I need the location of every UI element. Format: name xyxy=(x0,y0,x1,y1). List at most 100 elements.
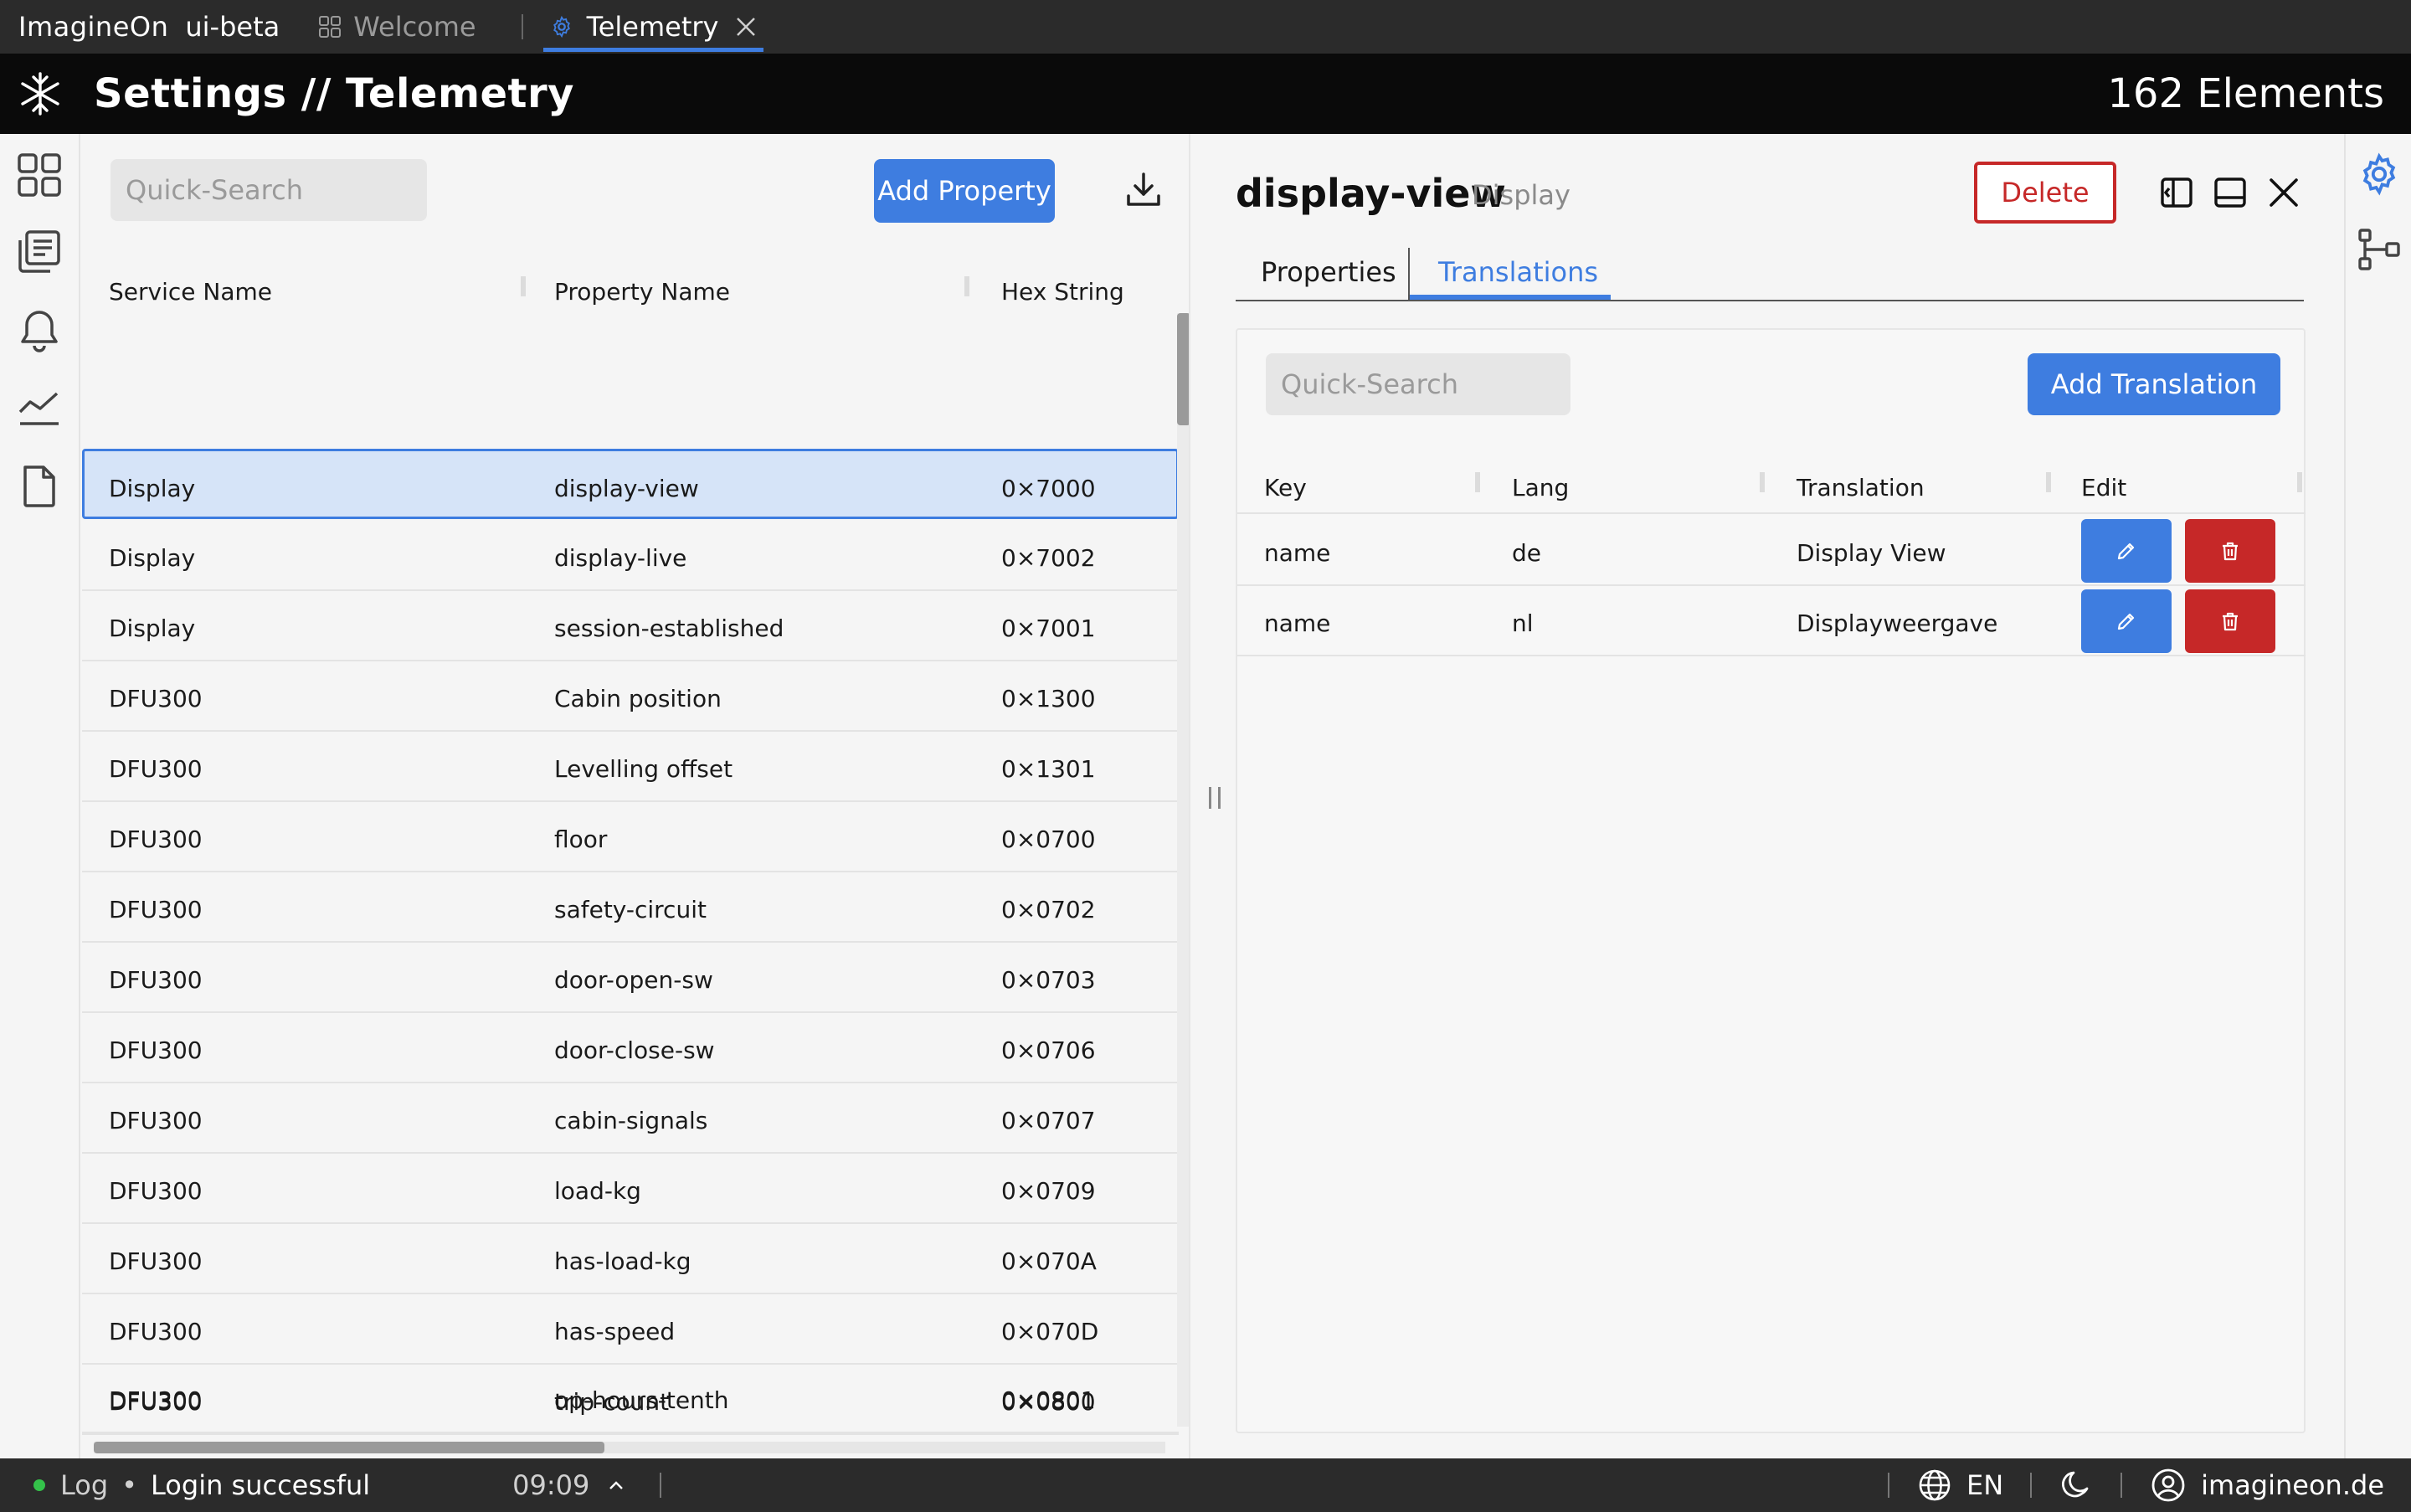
settings-icon[interactable] xyxy=(2354,149,2404,199)
property-table-body: Display display-view 0×7000 Display disp… xyxy=(82,313,1179,1435)
cell-service: Display xyxy=(109,544,196,572)
table-row[interactable]: DFU300 Cabin position 0×1300 xyxy=(82,661,1179,732)
cell-hex: 0×0707 xyxy=(1001,1107,1096,1134)
column-header-key[interactable]: Key xyxy=(1264,474,1307,501)
cell-service: DFU300 xyxy=(109,1036,203,1064)
app-variant: ui-beta xyxy=(185,11,280,43)
property-search-input[interactable]: Quick-Search xyxy=(111,159,427,221)
drag-handle-icon[interactable] xyxy=(1209,787,1221,809)
detail-panel: display-view Display Delete Properties T… xyxy=(1236,134,2344,1458)
status-divider xyxy=(2121,1473,2123,1498)
download-icon[interactable] xyxy=(1125,171,1162,211)
dock-bottom-icon[interactable] xyxy=(2210,172,2250,213)
table-row[interactable]: DFU300 has-speed 0×070D xyxy=(82,1294,1179,1365)
active-tab-indicator xyxy=(1410,295,1611,300)
delete-translation-button[interactable] xyxy=(2185,519,2275,583)
column-header-lang[interactable]: Lang xyxy=(1512,474,1569,501)
cell-service: DFU300 xyxy=(109,1318,203,1345)
hierarchy-icon[interactable] xyxy=(2354,224,2404,275)
column-header-translation[interactable]: Translation xyxy=(1797,474,1925,501)
detail-subtitle: Display xyxy=(1472,179,1570,211)
column-resize-handle[interactable] xyxy=(2297,472,2302,492)
column-header-property[interactable]: Property Name xyxy=(554,278,730,306)
dock-left-icon[interactable] xyxy=(2157,172,2197,213)
user-icon[interactable] xyxy=(2151,1468,2186,1503)
log-button[interactable]: Log xyxy=(60,1469,108,1501)
cell-property: door-open-sw xyxy=(554,966,713,994)
table-horizontal-scrollbar[interactable] xyxy=(94,1442,1165,1453)
logo-icon xyxy=(21,72,59,116)
moon-icon[interactable] xyxy=(2059,1468,2092,1502)
cell-property: has-load-kg xyxy=(554,1247,691,1275)
tab-welcome[interactable]: Welcome xyxy=(311,0,482,54)
close-tab-icon[interactable] xyxy=(735,16,757,38)
table-row[interactable]: Display display-live 0×7002 xyxy=(82,521,1179,591)
delete-button[interactable]: Delete xyxy=(1974,162,2116,224)
table-row[interactable]: DFU300 Levelling offset 0×1301 xyxy=(82,732,1179,802)
bell-icon[interactable] xyxy=(15,306,64,355)
translations-card: Quick-Search Add Translation Key Lang Tr… xyxy=(1236,328,2306,1433)
translation-row[interactable]: name de Display View xyxy=(1237,516,2306,586)
close-icon[interactable] xyxy=(2264,172,2304,213)
column-resize-handle[interactable] xyxy=(1760,472,1765,492)
cell-translation: Display View xyxy=(1797,539,1946,567)
edit-translation-button[interactable] xyxy=(2081,519,2172,583)
add-property-button[interactable]: Add Property xyxy=(874,159,1055,223)
add-translation-button[interactable]: Add Translation xyxy=(2028,353,2280,415)
translation-row[interactable]: name nl Displayweergave xyxy=(1237,586,2306,656)
column-resize-handle[interactable] xyxy=(1475,472,1480,492)
language-selector[interactable]: EN xyxy=(1966,1469,2003,1501)
cell-lang: nl xyxy=(1512,609,1534,637)
globe-icon[interactable] xyxy=(1918,1468,1951,1502)
documents-icon[interactable] xyxy=(15,228,64,276)
table-row[interactable]: DFU300 door-close-sw 0×0706 xyxy=(82,1013,1179,1083)
scrollbar-thumb[interactable] xyxy=(94,1442,604,1453)
column-resize-handle[interactable] xyxy=(2046,472,2051,492)
cell-service: DFU300 xyxy=(109,825,203,853)
dashboard-icon[interactable] xyxy=(15,151,64,199)
pencil-icon xyxy=(2117,613,2135,630)
cell-service: DFU300 xyxy=(109,1177,203,1205)
table-row[interactable]: Display display-view 0×7000 xyxy=(82,449,1179,519)
table-row[interactable]: DFU300 door-open-sw 0×0703 xyxy=(82,943,1179,1013)
status-message: Login successful xyxy=(151,1469,371,1501)
edit-translation-button[interactable] xyxy=(2081,589,2172,653)
table-row[interactable]: DFU300 cabin-signals 0×0707 xyxy=(82,1083,1179,1154)
cell-hex: 0×0709 xyxy=(1001,1177,1096,1205)
table-row[interactable]: DFU300 op-hours-tenth 0×0801 xyxy=(82,1363,1179,1433)
column-header-edit[interactable]: Edit xyxy=(2081,474,2126,501)
table-row[interactable]: DFU300 floor 0×0700 xyxy=(82,802,1179,872)
cell-service: DFU300 xyxy=(109,685,203,712)
chevron-up-icon[interactable] xyxy=(606,1475,626,1495)
cell-property: op-hours-tenth xyxy=(554,1386,729,1414)
cell-hex: 0×070A xyxy=(1001,1247,1097,1275)
right-rail xyxy=(2344,134,2411,1458)
cell-property: load-kg xyxy=(554,1177,641,1205)
file-icon[interactable] xyxy=(15,462,64,511)
grid-icon xyxy=(319,16,342,38)
column-header-service[interactable]: Service Name xyxy=(109,278,272,306)
cell-property: cabin-signals xyxy=(554,1107,708,1134)
cell-service: Display xyxy=(109,615,196,642)
cell-property: display-view xyxy=(554,475,699,502)
column-resize-handle[interactable] xyxy=(521,276,526,296)
app-name: ImagineOn xyxy=(18,11,169,43)
table-row[interactable]: DFU300 load-kg 0×0709 xyxy=(82,1154,1179,1224)
tab-properties[interactable]: Properties xyxy=(1261,256,1396,288)
delete-translation-button[interactable] xyxy=(2185,589,2275,653)
tab-telemetry[interactable]: Telemetry xyxy=(542,0,764,54)
user-account[interactable]: imagineon.de xyxy=(2201,1469,2384,1501)
column-header-hex[interactable]: Hex String xyxy=(1001,278,1124,306)
column-resize-handle[interactable] xyxy=(964,276,969,296)
panel-splitter[interactable] xyxy=(1189,134,1236,1458)
cell-hex: 0×7000 xyxy=(1001,475,1096,502)
gear-icon xyxy=(553,15,570,39)
table-row[interactable]: DFU300 safety-circuit 0×0702 xyxy=(82,872,1179,943)
table-row[interactable]: DFU300 has-load-kg 0×070A xyxy=(82,1224,1179,1294)
tab-translations[interactable]: Translations xyxy=(1438,256,1598,288)
table-row[interactable]: Display session-established 0×7001 xyxy=(82,591,1179,661)
chart-icon[interactable] xyxy=(15,383,64,432)
cell-service: DFU300 xyxy=(109,1386,203,1414)
translation-search-input[interactable]: Quick-Search xyxy=(1266,353,1570,415)
property-panel: Quick-Search Add Property Service Name P… xyxy=(82,134,1190,1458)
